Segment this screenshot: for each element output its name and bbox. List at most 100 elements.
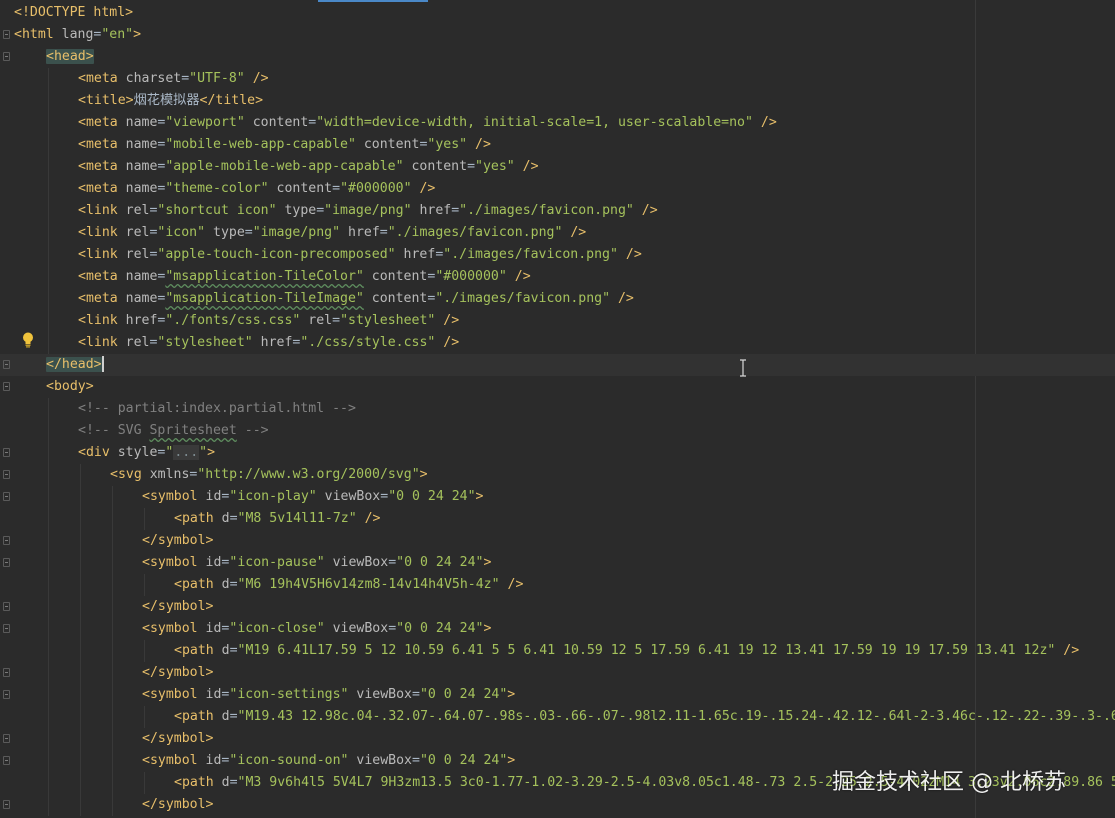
code-text[interactable]: <link rel="stylesheet" href="./css/style… [78,332,459,354]
fold-marker-icon[interactable] [3,624,10,633]
fold-marker-icon[interactable] [3,734,10,743]
code-text[interactable]: <svg xmlns="http://www.w3.org/2000/svg"> [110,464,428,486]
code-text[interactable]: <meta charset="UTF-8" /> [78,68,269,90]
code-line[interactable]: <html lang="en"> [0,24,1115,46]
fold-marker-icon[interactable] [3,448,10,457]
token-val: "#000000" [340,181,412,196]
code-line[interactable]: <meta name = "apple-mobile-web-app-capable… [0,156,1115,178]
code-text[interactable]: <meta name="msapplication-TileImage" con… [78,288,634,310]
fold-marker-icon[interactable] [3,668,10,677]
code-text[interactable]: <html lang="en"> [14,24,141,46]
code-line[interactable]: <body> [0,376,1115,398]
code-text[interactable]: </symbol> [142,728,213,750]
code-text[interactable]: <!-- partial:index.partial.html --> [78,398,356,420]
code-line[interactable]: <div style="..."> [0,442,1115,464]
code-line[interactable]: <meta name="mobile-web-app-capable" cont… [0,134,1115,156]
code-line[interactable]: </head> [0,354,1115,376]
code-text[interactable]: <body> [46,376,94,398]
code-line[interactable]: <path d="M19.43 12.98c.04-.32.07-.64.07-… [0,706,1115,728]
code-text[interactable]: <link href="./fonts/css.css" rel="styles… [78,310,459,332]
token-attr: name [125,115,158,130]
fold-marker-icon[interactable] [3,30,10,39]
code-text[interactable]: </symbol> [142,596,213,618]
code-text[interactable]: <link rel="shortcut icon" type="image/pn… [78,200,658,222]
fold-marker-icon[interactable] [3,382,10,391]
token-val: "UTF-8" [189,71,245,86]
token-tag: <symbol [142,489,206,504]
code-line[interactable]: <link rel="shortcut icon" type="image/pn… [0,200,1115,222]
code-text[interactable]: </head> [46,354,104,376]
fold-marker-icon[interactable] [3,360,10,369]
indent-guide [112,596,113,618]
code-text[interactable]: <path d="M19.43 12.98c.04-.32.07-.64.07-… [174,706,1115,728]
code-text[interactable]: <link rel="apple-touch-icon-precomposed"… [78,244,642,266]
fold-marker-icon[interactable] [3,602,10,611]
code-text[interactable]: <path d="M8 5v14l11-7z" /> [174,508,380,530]
code-line[interactable]: </symbol> [0,662,1115,684]
code-line[interactable]: </symbol> [0,728,1115,750]
code-editor[interactable]: <!DOCTYPE html> <html lang="en"> <head> <me… [0,0,1115,818]
code-line[interactable]: <link rel="apple-touch-icon-precomposed"… [0,244,1115,266]
code-text[interactable]: <path d="M6 19h4V5H6v14zm8-14v14h4V5h-4z… [174,574,523,596]
code-line[interactable]: <head> [0,46,1115,68]
code-line[interactable]: <meta name="msapplication-TileImage" con… [0,288,1115,310]
fold-marker-icon[interactable] [3,558,10,567]
code-text[interactable]: </symbol> [142,662,213,684]
code-line[interactable]: <path d="M19 6.41L17.59 5 12 10.59 6.41 … [0,640,1115,662]
code-text[interactable]: <title>烟花模拟器</title> [78,90,263,112]
folded-region[interactable]: ... [173,445,200,460]
code-text[interactable]: <head> [46,46,94,68]
code-text[interactable]: <symbol id="icon-play" viewBox="0 0 24 2… [142,486,484,508]
token-val: "yes" [475,159,515,174]
code-lines[interactable]: <!DOCTYPE html> <html lang="en"> <head> <me… [0,2,1115,816]
code-line[interactable]: <symbol id="icon-pause" viewBox="0 0 24 … [0,552,1115,574]
code-text[interactable]: <meta name="msapplication-TileColor" con… [78,266,531,288]
fold-marker-icon[interactable] [3,470,10,479]
code-text[interactable]: </symbol> [142,530,213,552]
code-line[interactable]: <symbol id="icon-close" viewBox="0 0 24 … [0,618,1115,640]
code-text[interactable]: <div style="..."> [78,442,215,464]
code-line[interactable]: <!-- partial:index.partial.html --> [0,398,1115,420]
code-text[interactable]: <meta name = "apple-mobile-web-app-capable… [78,156,539,178]
code-line[interactable]: </symbol> [0,794,1115,816]
code-line[interactable]: </symbol> [0,596,1115,618]
code-line[interactable]: <link href="./fonts/css.css" rel="styles… [0,310,1115,332]
fold-marker-icon[interactable] [3,690,10,699]
fold-marker-icon[interactable] [3,800,10,809]
code-line[interactable]: <meta charset="UTF-8" /> [0,68,1115,90]
code-text[interactable]: <meta name="theme-color" content="#00000… [78,178,435,200]
code-line[interactable]: <meta name="theme-color" content="#00000… [0,178,1115,200]
code-text[interactable]: <symbol id="icon-pause" viewBox="0 0 24 … [142,552,491,574]
code-text[interactable]: <!-- SVG Spritesheet --> [78,420,269,442]
code-text[interactable]: <symbol id="icon-close" viewBox="0 0 24 … [142,618,491,640]
fold-marker-icon[interactable] [3,492,10,501]
fold-marker-icon[interactable] [3,536,10,545]
code-line[interactable]: <meta name="viewport" content="width=dev… [0,112,1115,134]
fold-marker-icon[interactable] [3,52,10,61]
code-text[interactable]: <symbol id="icon-sound-on" viewBox="0 0 … [142,750,515,772]
code-line[interactable]: <meta name="msapplication-TileColor" con… [0,266,1115,288]
matched-tag: </head> [46,357,102,372]
token-tag: > [483,621,492,636]
code-line[interactable]: <svg xmlns="http://www.w3.org/2000/svg"> [0,464,1115,486]
code-line[interactable]: <symbol id="icon-settings" viewBox="0 0 … [0,684,1115,706]
code-line[interactable]: </symbol> [0,530,1115,552]
code-line[interactable]: <!DOCTYPE html> [0,2,1115,24]
code-line[interactable]: <symbol id="icon-play" viewBox="0 0 24 2… [0,486,1115,508]
code-line[interactable]: <path d="M8 5v14l11-7z" /> [0,508,1115,530]
code-text[interactable]: <path d="M19 6.41L17.59 5 12 10.59 6.41 … [174,640,1079,662]
code-line[interactable]: <link rel="icon" type="image/png" href="… [0,222,1115,244]
code-line[interactable]: <link rel="stylesheet" href="./css/style… [0,332,1115,354]
code-text[interactable]: <meta name="mobile-web-app-capable" cont… [78,134,491,156]
code-text[interactable]: <symbol id="icon-settings" viewBox="0 0 … [142,684,515,706]
token-tag: <symbol [142,555,206,570]
code-line[interactable]: <path d="M6 19h4V5H6v14zm8-14v14h4V5h-4z… [0,574,1115,596]
code-line[interactable]: <!-- SVG Spritesheet --> [0,420,1115,442]
code-text[interactable]: <!DOCTYPE html> [14,2,133,24]
code-text[interactable]: <link rel="icon" type="image/png" href="… [78,222,586,244]
code-text[interactable]: </symbol> [142,794,213,816]
lightbulb-icon[interactable] [21,331,35,349]
code-text[interactable]: <meta name="viewport" content="width=dev… [78,112,777,134]
code-line[interactable]: <title>烟花模拟器</title> [0,90,1115,112]
fold-marker-icon[interactable] [3,756,10,765]
